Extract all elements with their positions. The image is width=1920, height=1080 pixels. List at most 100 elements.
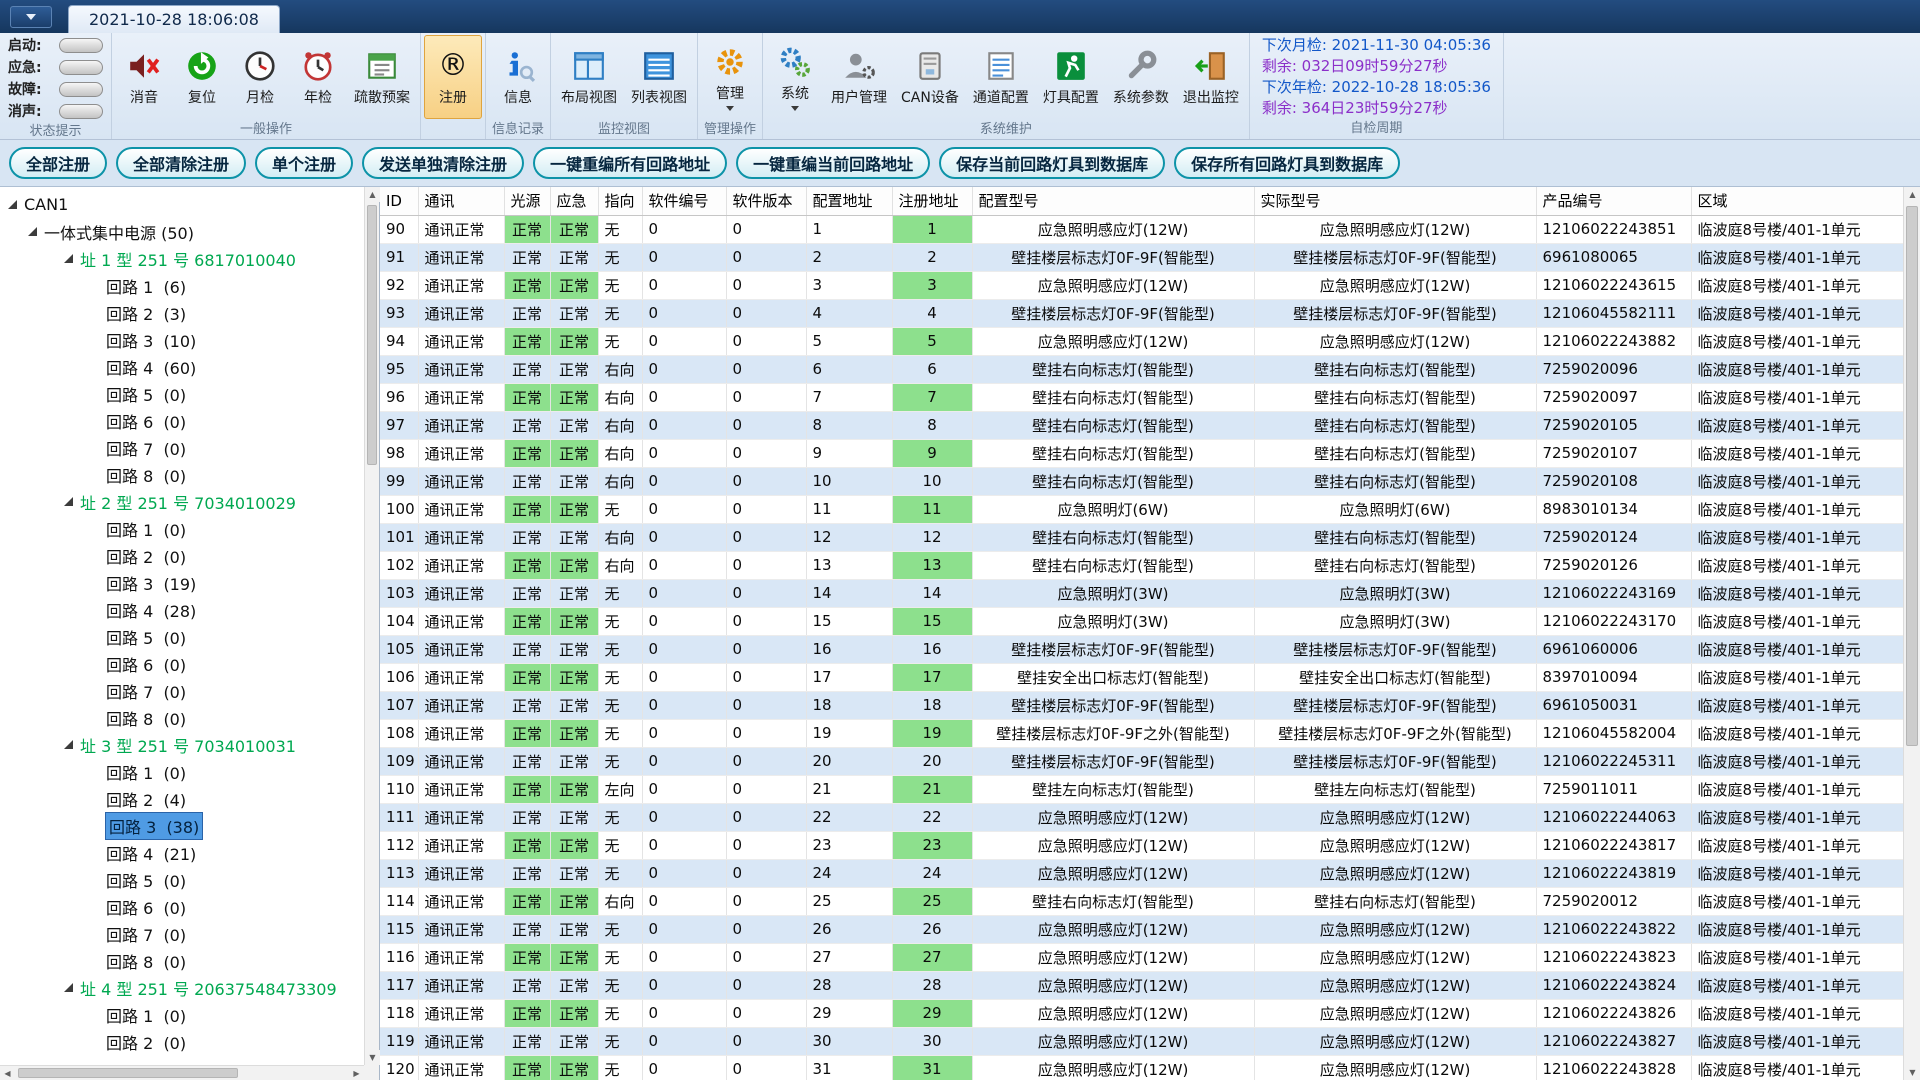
start-indicator[interactable] <box>59 38 103 53</box>
column-header-emergency[interactable]: 应急 <box>550 187 598 215</box>
column-header-config-model[interactable]: 配置型号 <box>972 187 1254 215</box>
table-row[interactable]: 115通讯正常正常正常无002626应急照明感应灯(12W)应急照明感应灯(12… <box>380 915 1903 943</box>
ribbon-button-system-params[interactable]: 系统参数 <box>1106 35 1176 119</box>
table-row[interactable]: 113通讯正常正常正常无002424应急照明感应灯(12W)应急照明感应灯(12… <box>380 859 1903 887</box>
column-header-area[interactable]: 区域 <box>1691 187 1903 215</box>
ribbon-button-manage[interactable]: 管理 <box>701 35 759 119</box>
column-header-actual-model[interactable]: 实际型号 <box>1254 187 1536 215</box>
action-button[interactable]: 全部注册 <box>9 147 107 179</box>
tree-expander-icon[interactable] <box>64 740 73 749</box>
ribbon-button-list-view[interactable]: 列表视图 <box>624 35 694 119</box>
tree-expander-icon[interactable] <box>28 227 37 236</box>
action-button[interactable]: 保存所有回路灯具到数据库 <box>1174 147 1400 179</box>
fault-indicator[interactable] <box>59 82 103 97</box>
table-row[interactable]: 119通讯正常正常正常无003030应急照明感应灯(12W)应急照明感应灯(12… <box>380 1027 1903 1055</box>
ribbon-button-system[interactable]: 系统 <box>766 35 824 119</box>
table-row[interactable]: 100通讯正常正常正常无001111应急照明灯(6W)应急照明灯(6W)8983… <box>380 495 1903 523</box>
tree-item-circuit[interactable]: 回路 2 (4) <box>0 785 364 812</box>
tree-item-circuit[interactable]: 回路 2 (0) <box>0 542 364 569</box>
table-row[interactable]: 111通讯正常正常正常无002222应急照明感应灯(12W)应急照明感应灯(12… <box>380 803 1903 831</box>
table-row[interactable]: 110通讯正常正常正常左向002121壁挂左向标志灯(智能型)壁挂左向标志灯(智… <box>380 775 1903 803</box>
ribbon-button-can-device[interactable]: CAN设备 <box>894 35 966 119</box>
table-row[interactable]: 98通讯正常正常正常右向0099壁挂右向标志灯(智能型)壁挂右向标志灯(智能型)… <box>380 439 1903 467</box>
table-row[interactable]: 120通讯正常正常正常无003131应急照明感应灯(12W)应急照明感应灯(12… <box>380 1055 1903 1080</box>
table-row[interactable]: 116通讯正常正常正常无002727应急照明感应灯(12W)应急照明感应灯(12… <box>380 943 1903 971</box>
tree-item-circuit[interactable]: 回路 8 (0) <box>0 461 364 488</box>
tree-expander-icon[interactable] <box>64 983 73 992</box>
ribbon-button-channel-config[interactable]: 通道配置 <box>966 35 1036 119</box>
column-header-config-address[interactable]: 配置地址 <box>806 187 892 215</box>
table-row[interactable]: 92通讯正常正常正常无0033应急照明感应灯(12W)应急照明感应灯(12W)1… <box>380 271 1903 299</box>
tree-item-station[interactable]: 址 3 型 251 号 7034010031 <box>0 731 364 758</box>
action-button[interactable]: 一键重编所有回路地址 <box>533 147 727 179</box>
ribbon-button-evacuation-plan[interactable]: 疏散预案 <box>347 35 417 119</box>
ribbon-button-user-manage[interactable]: 用户管理 <box>824 35 894 119</box>
table-row[interactable]: 99通讯正常正常正常右向001010壁挂右向标志灯(智能型)壁挂右向标志灯(智能… <box>380 467 1903 495</box>
table-row[interactable]: 97通讯正常正常正常右向0088壁挂右向标志灯(智能型)壁挂右向标志灯(智能型)… <box>380 411 1903 439</box>
scroll-right-arrow-icon[interactable]: ▶ <box>349 1066 364 1080</box>
action-button[interactable]: 单个注册 <box>255 147 353 179</box>
tree-item-circuit[interactable]: 回路 1 (0) <box>0 515 364 542</box>
tree-item-can1[interactable]: CAN1 <box>0 191 364 218</box>
table-row[interactable]: 95通讯正常正常正常右向0066壁挂右向标志灯(智能型)壁挂右向标志灯(智能型)… <box>380 355 1903 383</box>
column-header-direction[interactable]: 指向 <box>598 187 642 215</box>
table-row[interactable]: 91通讯正常正常正常无0022壁挂楼层标志灯0F-9F(智能型)壁挂楼层标志灯0… <box>380 243 1903 271</box>
tree-item-circuit[interactable]: 回路 4 (28) <box>0 596 364 623</box>
tree-item-circuit[interactable]: 回路 4 (60) <box>0 353 364 380</box>
table-row[interactable]: 106通讯正常正常正常无001717壁挂安全出口标志灯(智能型)壁挂安全出口标志… <box>380 663 1903 691</box>
tree-item-circuit[interactable]: 回路 5 (0) <box>0 380 364 407</box>
tree-item-circuit[interactable]: 回路 8 (0) <box>0 947 364 974</box>
column-header-software-no[interactable]: 软件编号 <box>642 187 726 215</box>
ribbon-button-mute[interactable]: 消音 <box>115 35 173 119</box>
mute-indicator[interactable] <box>59 104 103 119</box>
table-row[interactable]: 107通讯正常正常正常无001818壁挂楼层标志灯0F-9F(智能型)壁挂楼层标… <box>380 691 1903 719</box>
ribbon-button-reset[interactable]: 复位 <box>173 35 231 119</box>
table-row[interactable]: 101通讯正常正常正常右向001212壁挂右向标志灯(智能型)壁挂右向标志灯(智… <box>380 523 1903 551</box>
tree-item-station[interactable]: 址 1 型 251 号 6817010040 <box>0 245 364 272</box>
tree-item-circuit[interactable]: 回路 7 (0) <box>0 434 364 461</box>
ribbon-button-layout-view[interactable]: 布局视图 <box>554 35 624 119</box>
scroll-up-arrow-icon[interactable]: ▲ <box>365 187 380 202</box>
tree-item-circuit[interactable]: 回路 6 (0) <box>0 650 364 677</box>
tree-item-circuit[interactable]: 回路 8 (0) <box>0 704 364 731</box>
tree-item-circuit[interactable]: 回路 6 (0) <box>0 893 364 920</box>
table-row[interactable]: 108通讯正常正常正常无001919壁挂楼层标志灯0F-9F之外(智能型)壁挂楼… <box>380 719 1903 747</box>
table-row[interactable]: 118通讯正常正常正常无002929应急照明感应灯(12W)应急照明感应灯(12… <box>380 999 1903 1027</box>
ribbon-button-annual-check[interactable]: 年检 <box>289 35 347 119</box>
tree-item-circuit[interactable]: 回路 1 (6) <box>0 272 364 299</box>
tree-item-circuit[interactable]: 回路 3 (10) <box>0 326 364 353</box>
action-button[interactable]: 发送单独清除注册 <box>362 147 524 179</box>
ribbon-button-exit-monitor[interactable]: 退出监控 <box>1176 35 1246 119</box>
scroll-up-arrow-icon[interactable]: ▲ <box>1904 187 1920 202</box>
table-row[interactable]: 96通讯正常正常正常右向0077壁挂右向标志灯(智能型)壁挂右向标志灯(智能型)… <box>380 383 1903 411</box>
tree-expander-icon[interactable] <box>64 254 73 263</box>
table-row[interactable]: 102通讯正常正常正常右向001313壁挂右向标志灯(智能型)壁挂右向标志灯(智… <box>380 551 1903 579</box>
tree-item-circuit[interactable]: 回路 1 (0) <box>0 1001 364 1028</box>
column-header-software-version[interactable]: 软件版本 <box>726 187 806 215</box>
tree-item-circuit[interactable]: 回路 1 (0) <box>0 758 364 785</box>
action-button[interactable]: 全部清除注册 <box>116 147 246 179</box>
tree-item-circuit[interactable]: 回路 5 (0) <box>0 866 364 893</box>
action-button[interactable]: 保存当前回路灯具到数据库 <box>939 147 1165 179</box>
tree-item-circuit[interactable]: 回路 3 (38) <box>0 812 364 839</box>
column-header-register-address[interactable]: 注册地址 <box>892 187 972 215</box>
column-header-product-no[interactable]: 产品编号 <box>1536 187 1691 215</box>
tree-item-circuit[interactable]: 回路 7 (0) <box>0 920 364 947</box>
table-vertical-scrollbar[interactable]: ▲ ▼ <box>1903 187 1920 1080</box>
column-header-comm[interactable]: 通讯 <box>418 187 504 215</box>
scrollbar-thumb[interactable] <box>1906 206 1918 746</box>
tree-item-circuit[interactable]: 回路 6 (0) <box>0 407 364 434</box>
emergency-indicator[interactable] <box>59 60 103 75</box>
table-row[interactable]: 117通讯正常正常正常无002828应急照明感应灯(12W)应急照明感应灯(12… <box>380 971 1903 999</box>
table-row[interactable]: 109通讯正常正常正常无002020壁挂楼层标志灯0F-9F(智能型)壁挂楼层标… <box>380 747 1903 775</box>
tree-expander-icon[interactable] <box>8 200 17 209</box>
tree-item-station[interactable]: 址 2 型 251 号 7034010029 <box>0 488 364 515</box>
table-row[interactable]: 112通讯正常正常正常无002323应急照明感应灯(12W)应急照明感应灯(12… <box>380 831 1903 859</box>
tree-expander-icon[interactable] <box>64 497 73 506</box>
tree-item-circuit[interactable]: 回路 7 (0) <box>0 677 364 704</box>
app-menu-button[interactable] <box>10 6 52 28</box>
ribbon-button-register[interactable]: ® 注册 <box>424 35 482 119</box>
ribbon-button-monthly-check[interactable]: 月检 <box>231 35 289 119</box>
ribbon-button-info[interactable]: 信息 <box>489 35 547 119</box>
column-header-light-source[interactable]: 光源 <box>504 187 550 215</box>
